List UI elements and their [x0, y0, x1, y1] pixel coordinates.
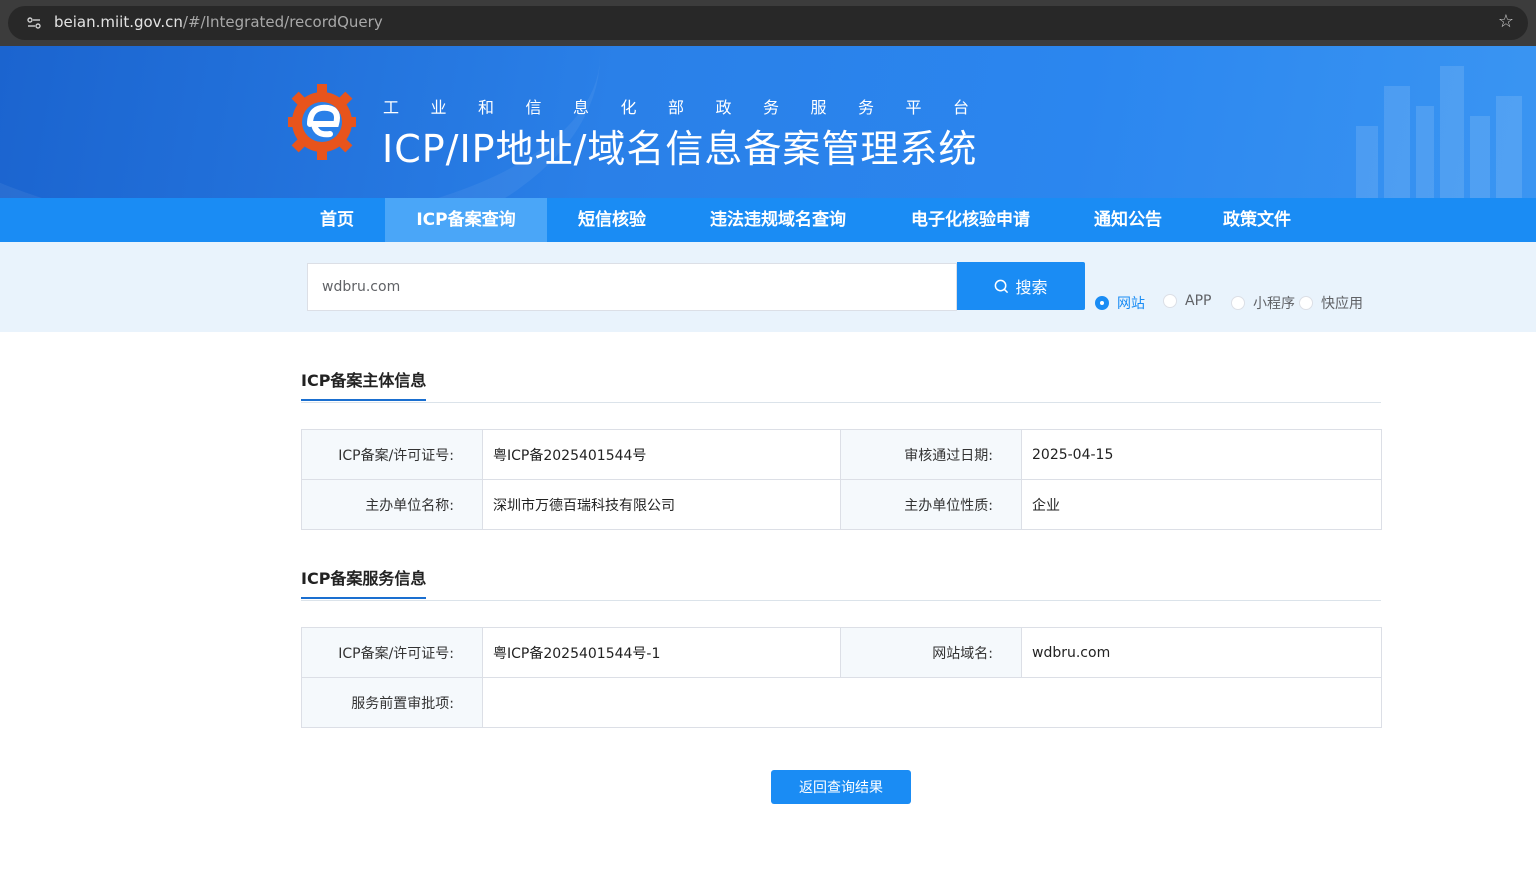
nav-item-e-verify[interactable]: 电子化核验申请	[893, 198, 1048, 242]
service-info-heading: ICP备案服务信息	[301, 565, 427, 599]
radio-circle-icon	[1299, 296, 1313, 310]
organizer-name-value: 深圳市万德百瑞科技有限公司	[482, 479, 841, 530]
header-banner: 工业和信息化部政务服务平台 ICP/IP地址/域名信息备案管理系统	[0, 46, 1536, 198]
radio-circle-icon	[1163, 294, 1177, 308]
field-label: ICP备案/许可证号:	[301, 627, 483, 678]
url-path: /#/Integrated/recordQuery	[182, 13, 383, 31]
field-label: 网站域名:	[840, 627, 1022, 678]
main-nav: 首页 ICP备案查询 短信核验 违法违规域名查询 电子化核验申请 通知公告 政策…	[0, 198, 1536, 242]
field-label: ICP备案/许可证号:	[301, 429, 483, 480]
radio-circle-icon	[1231, 296, 1245, 310]
service-license-value: 粤ICP备2025401544号-1	[482, 627, 841, 678]
miit-logo-icon	[288, 84, 356, 160]
browser-toolbar: beian.miit.gov.cn/#/Integrated/recordQue…	[0, 0, 1536, 46]
field-label: 审核通过日期:	[840, 429, 1022, 480]
nav-item-home[interactable]: 首页	[303, 198, 371, 242]
nav-item-policies[interactable]: 政策文件	[1207, 198, 1307, 242]
organizer-type-value: 企业	[1021, 479, 1382, 530]
field-label: 主办单位名称:	[301, 479, 483, 530]
radio-app[interactable]: APP	[1163, 293, 1211, 309]
table-row: 主办单位名称: 深圳市万德百瑞科技有限公司 主办单位性质: 企业	[301, 479, 1382, 530]
bookmark-star-icon[interactable]: ☆	[1498, 11, 1514, 32]
search-button-label: 搜索	[1015, 278, 1048, 297]
nav-item-sms-verify[interactable]: 短信核验	[562, 198, 662, 242]
subject-info-heading: ICP备案主体信息	[301, 367, 427, 401]
nav-item-illegal-domain[interactable]: 违法违规域名查询	[690, 198, 866, 242]
search-input[interactable]	[307, 263, 957, 311]
radio-label: 小程序	[1253, 296, 1295, 312]
url-host: beian.miit.gov.cn	[54, 13, 183, 31]
field-label: 服务前置审批项:	[301, 677, 483, 728]
radio-label: 网站	[1117, 296, 1145, 312]
table-row: ICP备案/许可证号: 粤ICP备2025401544号 审核通过日期: 202…	[301, 429, 1382, 480]
banner-title: ICP/IP地址/域名信息备案管理系统	[382, 127, 978, 171]
banner-subtitle: 工业和信息化部政务服务平台	[383, 98, 1001, 117]
radio-website[interactable]: 网站	[1095, 293, 1145, 313]
pre-approval-value	[482, 677, 1382, 728]
back-to-results-button[interactable]: 返回查询结果	[771, 770, 911, 804]
radio-label: APP	[1185, 293, 1212, 309]
radio-quick-app[interactable]: 快应用	[1299, 293, 1363, 313]
radio-label: 快应用	[1321, 296, 1363, 312]
approval-date-value: 2025-04-15	[1021, 429, 1382, 480]
search-area: 搜索 网站 APP 小程序 快应用	[0, 242, 1536, 332]
service-info-table: ICP备案/许可证号: 粤ICP备2025401544号-1 网站域名: wdb…	[301, 627, 1382, 728]
field-label: 主办单位性质:	[840, 479, 1022, 530]
section-divider	[301, 402, 1381, 403]
url-text[interactable]: beian.miit.gov.cn/#/Integrated/recordQue…	[54, 13, 383, 31]
radio-circle-icon	[1095, 296, 1109, 310]
nav-item-icp-query[interactable]: ICP备案查询	[385, 198, 547, 242]
search-icon	[995, 279, 1009, 293]
nav-item-notices[interactable]: 通知公告	[1078, 198, 1178, 242]
table-row: 服务前置审批项:	[301, 677, 1382, 728]
section-divider	[301, 600, 1381, 601]
subject-info-table: ICP备案/许可证号: 粤ICP备2025401544号 审核通过日期: 202…	[301, 429, 1382, 530]
radio-mini-program[interactable]: 小程序	[1231, 293, 1295, 313]
website-domain-value: wdbru.com	[1021, 627, 1382, 678]
search-button[interactable]: 搜索	[957, 262, 1085, 310]
address-bar[interactable]: beian.miit.gov.cn/#/Integrated/recordQue…	[8, 6, 1528, 40]
city-skyline-decoration	[1356, 66, 1522, 198]
icp-license-value: 粤ICP备2025401544号	[482, 429, 841, 480]
table-row: ICP备案/许可证号: 粤ICP备2025401544号-1 网站域名: wdb…	[301, 627, 1382, 678]
site-info-icon[interactable]	[26, 15, 42, 31]
